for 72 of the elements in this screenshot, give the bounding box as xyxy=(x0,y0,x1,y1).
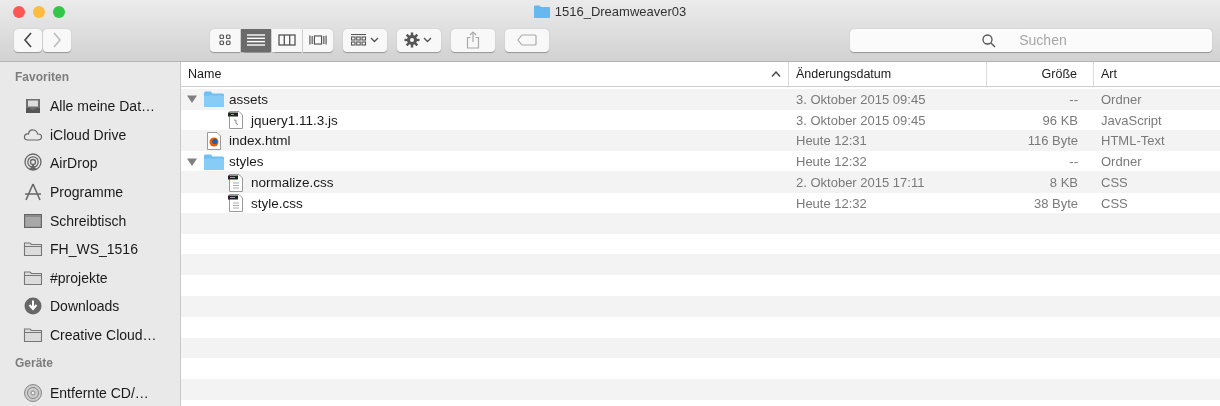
column-header[interactable]: Art xyxy=(1094,62,1220,86)
list-view-button[interactable] xyxy=(241,28,271,52)
file-name[interactable]: index.html xyxy=(229,133,291,149)
sort-caret-icon xyxy=(771,71,781,77)
columns-icon xyxy=(278,34,296,46)
back-button[interactable] xyxy=(14,28,42,52)
file-size: 96 KB xyxy=(1042,112,1078,128)
file-name[interactable]: jquery1.11.3.js xyxy=(251,112,338,128)
file-name[interactable]: normalize.css xyxy=(251,175,334,191)
file-kind: CSS xyxy=(1101,195,1128,211)
file-kind: Ordner xyxy=(1101,154,1142,170)
modified-date: Heute 12:31 xyxy=(796,133,867,149)
search-field[interactable]: Suchen xyxy=(850,28,1212,52)
file-name[interactable]: style.css xyxy=(251,195,303,211)
apps-icon xyxy=(23,182,43,203)
share-button[interactable] xyxy=(451,28,495,52)
modified-date: 2. Oktober 2015 17:11 xyxy=(796,175,925,191)
modified-date: 3. Oktober 2015 09:45 xyxy=(796,91,926,107)
close-button[interactable] xyxy=(13,6,25,18)
sidebar-item[interactable]: AirDrop xyxy=(0,149,180,178)
file-kind: HTML-Text xyxy=(1101,133,1165,149)
sidebar-item[interactable]: iCloud Drive xyxy=(0,120,180,150)
coverflow-icon xyxy=(309,34,327,46)
columns-view-button[interactable] xyxy=(272,28,302,52)
sidebar-item[interactable]: Creative Cloud… xyxy=(0,320,180,350)
grid-icon xyxy=(218,34,232,46)
sidebar-item[interactable]: FH_WS_1516 xyxy=(0,234,180,264)
window-title: 1516_Dreamweaver03 xyxy=(554,4,687,19)
file-size: -- xyxy=(1069,91,1078,107)
sidebar-item[interactable]: Schreibtisch xyxy=(0,206,180,235)
file-size: 116 Byte xyxy=(1027,133,1078,149)
download-icon xyxy=(23,296,43,317)
airdrop-icon xyxy=(23,153,43,174)
modified-date: Heute 12:32 xyxy=(796,154,867,170)
file-size: 8 KB xyxy=(1049,175,1078,191)
sidebar-item[interactable]: Programme xyxy=(0,177,180,207)
file-size: 38 Byte xyxy=(1033,195,1078,211)
search-icon xyxy=(982,33,996,48)
column-header[interactable]: Änderungsdatum xyxy=(789,62,987,86)
column-header[interactable]: Größe xyxy=(987,62,1094,86)
sidebar-item[interactable]: Entfernte CD/… xyxy=(0,378,180,406)
sidebar-item[interactable]: #projekte xyxy=(0,263,180,293)
sidebar-heading: Favoriten xyxy=(14,70,70,86)
file-kind: CSS xyxy=(1101,175,1128,191)
modified-date: Heute 12:32 xyxy=(796,195,867,211)
modified-date: 3. Oktober 2015 09:45 xyxy=(796,112,926,128)
chevron-left-icon xyxy=(23,32,33,48)
arrange-button[interactable] xyxy=(343,28,387,52)
gear-button[interactable] xyxy=(397,28,441,52)
file-name[interactable]: styles xyxy=(229,154,264,170)
folder-icon xyxy=(533,5,550,18)
list-icon xyxy=(247,34,265,46)
icons-view-button[interactable] xyxy=(210,28,240,52)
file-kind: Ordner xyxy=(1101,91,1142,107)
chevron-right-icon xyxy=(52,32,62,48)
column-header[interactable]: Name xyxy=(181,62,789,86)
file-size: -- xyxy=(1069,154,1078,170)
sidebar-item[interactable]: Alle meine Dat… xyxy=(0,92,180,121)
share-icon xyxy=(466,31,480,49)
sidebar-heading: Geräte xyxy=(14,356,55,373)
sidebar-item[interactable]: Downloads xyxy=(0,292,180,321)
folder-icon xyxy=(204,91,224,108)
folder-icon xyxy=(204,153,224,170)
gear-caret-icon xyxy=(404,32,434,48)
disc-icon xyxy=(23,382,43,403)
expanded-triangle-icon[interactable] xyxy=(187,94,197,105)
expanded-triangle-icon[interactable] xyxy=(187,156,197,167)
file-name[interactable]: assets xyxy=(229,91,269,107)
coverflow-view-button[interactable] xyxy=(303,28,333,52)
file-kind: JavaScript xyxy=(1101,112,1162,128)
grid-caret-icon xyxy=(351,34,379,46)
tag-icon xyxy=(517,34,537,46)
